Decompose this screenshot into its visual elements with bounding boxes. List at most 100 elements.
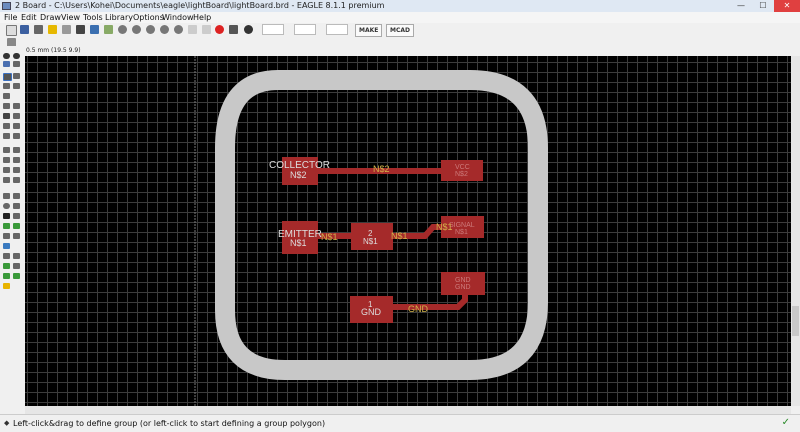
menu-view[interactable]: View <box>61 12 80 23</box>
autorouter-icon[interactable] <box>13 253 20 259</box>
menu-library[interactable]: Library <box>105 12 133 23</box>
ripup-icon[interactable] <box>13 177 20 183</box>
mark-icon[interactable] <box>13 61 20 67</box>
zoom-fit-icon[interactable] <box>118 25 127 34</box>
show-icon[interactable] <box>13 53 20 59</box>
text-icon[interactable] <box>13 193 20 199</box>
zoom-in-icon[interactable] <box>132 25 141 34</box>
name-icon[interactable] <box>3 147 10 153</box>
errors-icon[interactable] <box>3 273 10 279</box>
zoom-area-icon[interactable] <box>174 25 183 34</box>
fabrication-icon[interactable] <box>326 24 348 35</box>
menu-options[interactable]: Options <box>133 12 164 23</box>
signal-icon[interactable] <box>13 223 20 229</box>
drc-ok-icon: ✓ <box>781 417 790 428</box>
help-icon[interactable] <box>244 25 253 34</box>
paste-icon[interactable] <box>13 103 20 109</box>
rotate-icon[interactable] <box>13 83 20 89</box>
title-bar: 2 Board - C:\Users\Kohei\Documents\eagle… <box>0 0 800 12</box>
gnd-top-name: GND <box>455 277 471 284</box>
value-icon[interactable] <box>13 147 20 153</box>
vcc-name: VCC <box>455 164 470 171</box>
zoom-out-icon[interactable] <box>146 25 155 34</box>
menu-tools[interactable]: Tools <box>83 12 103 23</box>
gnd-top-net: GND <box>455 284 471 291</box>
redo-icon[interactable] <box>202 25 211 34</box>
unlock-icon[interactable] <box>13 133 20 139</box>
eagle-app-icon <box>2 2 11 10</box>
trace-label-n1-a: N$1 <box>321 232 338 242</box>
horizontal-scrollbar[interactable] <box>25 406 791 414</box>
trace-label-n1-c: N$1 <box>436 222 453 232</box>
print-icon[interactable] <box>34 25 43 34</box>
board-icon[interactable] <box>104 25 113 34</box>
maximize-button[interactable]: ☐ <box>752 0 774 12</box>
vertical-scrollbar[interactable] <box>791 56 800 406</box>
delete-icon[interactable] <box>3 113 10 119</box>
replace-icon[interactable] <box>3 123 10 129</box>
circle-icon[interactable] <box>3 203 10 209</box>
undo-icon[interactable] <box>188 25 197 34</box>
ratsnest-icon[interactable] <box>3 253 10 259</box>
minimize-button[interactable]: — <box>730 0 752 12</box>
close-button[interactable]: ✕ <box>774 0 800 12</box>
menu-file[interactable]: File <box>4 12 17 23</box>
dimension-icon[interactable] <box>3 243 10 249</box>
attribute-icon[interactable] <box>13 233 20 239</box>
schematic-icon[interactable] <box>90 25 99 34</box>
hole-icon[interactable] <box>3 233 10 239</box>
mcad-button[interactable]: MCAD <box>386 24 414 37</box>
collector-net: N$2 <box>290 170 307 180</box>
align-icon[interactable] <box>3 93 10 99</box>
ulp-icon[interactable] <box>62 25 71 34</box>
via-icon[interactable] <box>3 223 10 229</box>
coordinate-bar: 0.5 mm (19.5 9.9) <box>0 46 800 55</box>
script-icon[interactable] <box>76 25 85 34</box>
group-icon[interactable] <box>3 73 12 81</box>
menu-edit[interactable]: Edit <box>21 12 37 23</box>
zoom-redraw-icon[interactable] <box>160 25 169 34</box>
board-drawing: COLLECTOR N$2 VCC N$2 EMITTER N$1 2 N$1 … <box>194 56 548 406</box>
pcb-quote-icon[interactable] <box>294 24 316 35</box>
drc-icon[interactable] <box>13 263 20 269</box>
board-canvas[interactable]: COLLECTOR N$2 VCC N$2 EMITTER N$1 2 N$1 … <box>25 56 791 406</box>
check-icon[interactable] <box>13 273 20 279</box>
info-icon[interactable] <box>3 53 10 59</box>
lock-icon[interactable] <box>3 133 10 139</box>
open-icon[interactable] <box>6 25 17 36</box>
menu-window[interactable]: Window <box>162 12 194 23</box>
cam-icon[interactable] <box>48 25 57 34</box>
move-icon[interactable] <box>13 73 20 79</box>
wire-icon[interactable] <box>3 193 10 199</box>
optimize-icon[interactable] <box>3 167 10 173</box>
route-icon[interactable] <box>3 177 10 183</box>
status-message: Left-click&drag to define group (or left… <box>13 419 326 428</box>
polygon-icon[interactable] <box>13 213 20 219</box>
arc-icon[interactable] <box>13 203 20 209</box>
rect-icon[interactable] <box>3 213 10 219</box>
change-icon[interactable] <box>13 123 20 129</box>
stop-icon[interactable] <box>215 25 224 34</box>
main-toolbar: MAKE MCAD <box>0 23 800 38</box>
fusion-sync-icon[interactable] <box>262 24 284 35</box>
display-icon[interactable] <box>3 61 10 67</box>
erc-icon[interactable] <box>3 263 10 269</box>
copy-icon[interactable] <box>3 103 10 109</box>
menu-help[interactable]: Help <box>193 12 211 23</box>
mid-net: N$1 <box>363 237 378 246</box>
coordinate-readout: 0.5 mm (19.5 9.9) <box>26 47 81 54</box>
go-icon[interactable] <box>229 25 238 34</box>
vertical-scroll-thumb[interactable] <box>792 306 799 336</box>
mirror-icon[interactable] <box>3 83 10 89</box>
vcc-net: N$2 <box>455 171 468 178</box>
make-button[interactable]: MAKE <box>355 24 383 37</box>
warning-icon[interactable] <box>3 283 10 289</box>
meander-icon[interactable] <box>13 167 20 173</box>
add-icon[interactable] <box>13 113 20 119</box>
emitter-net: N$1 <box>290 238 307 248</box>
split-icon[interactable] <box>13 157 20 163</box>
menu-draw[interactable]: Draw <box>40 12 61 23</box>
save-icon[interactable] <box>20 25 29 34</box>
gnd-bottom-net: GND <box>361 307 382 317</box>
smash-icon[interactable] <box>3 157 10 163</box>
